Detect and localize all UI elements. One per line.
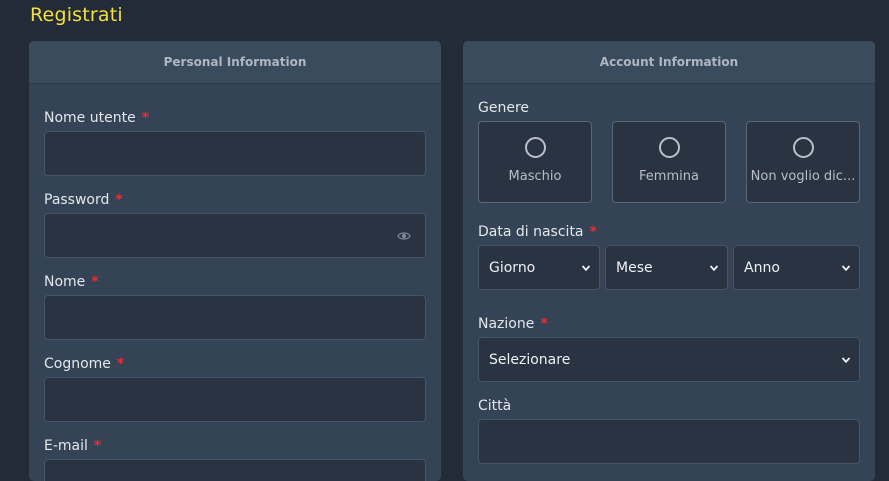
birth-year-value: Anno: [744, 259, 780, 276]
country-label-text: Nazione: [478, 316, 535, 332]
chevron-down-icon: [841, 356, 851, 363]
email-input[interactable]: [44, 459, 426, 481]
country-select[interactable]: Selezionare: [478, 337, 860, 382]
required-marker: *: [540, 316, 548, 332]
first-name-label: Nome *: [44, 274, 99, 290]
gender-option-undisclosed[interactable]: Non voglio dic...: [746, 121, 860, 203]
birthdate-label-text: Data di nascita: [478, 224, 584, 240]
personal-information-panel: Personal Information Nome utente * Passwo…: [29, 41, 441, 481]
required-marker: *: [589, 224, 597, 240]
personal-information-header: Personal Information: [29, 41, 441, 84]
account-information-panel: Account Information Genere Maschio Femmi…: [463, 41, 875, 481]
gender-label: Genere: [478, 100, 530, 116]
gender-option-female[interactable]: Femmina: [612, 121, 726, 203]
birth-year-select[interactable]: Anno: [733, 245, 860, 290]
password-label-text: Password: [44, 192, 110, 208]
birth-month-value: Mese: [616, 259, 653, 276]
gender-option-undisclosed-label: Non voglio dic...: [750, 169, 856, 184]
last-name-input[interactable]: [44, 377, 426, 422]
birth-month-select[interactable]: Mese: [605, 245, 728, 290]
radio-icon[interactable]: [792, 137, 814, 158]
chevron-down-icon: [841, 264, 851, 271]
country-value: Selezionare: [489, 351, 571, 368]
required-marker: *: [141, 110, 150, 126]
last-name-label-text: Cognome: [44, 356, 111, 372]
first-name-label-text: Nome: [44, 274, 86, 290]
page-title: Registrati: [30, 4, 123, 26]
last-name-label: Cognome *: [44, 356, 124, 372]
gender-option-female-label: Femmina: [639, 169, 699, 184]
email-label-text: E-mail: [44, 438, 88, 454]
birth-day-value: Giorno: [489, 259, 536, 276]
radio-icon[interactable]: [658, 137, 680, 158]
username-input[interactable]: [44, 131, 426, 176]
email-label: E-mail *: [44, 438, 101, 454]
gender-option-male-label: Maschio: [508, 169, 562, 184]
required-marker: *: [91, 274, 99, 290]
password-label: Password *: [44, 192, 123, 208]
username-label: Nome utente *: [44, 110, 149, 126]
password-input[interactable]: [44, 213, 426, 258]
account-information-header: Account Information: [463, 41, 875, 84]
city-label: Città: [478, 398, 512, 414]
city-input[interactable]: [478, 419, 860, 464]
birth-day-select[interactable]: Giorno: [478, 245, 600, 290]
required-marker: *: [116, 356, 125, 372]
birthdate-label: Data di nascita *: [478, 224, 597, 240]
radio-icon[interactable]: [524, 137, 546, 158]
required-marker: *: [115, 192, 123, 208]
required-marker: *: [93, 438, 102, 454]
country-label: Nazione *: [478, 316, 548, 332]
gender-option-male[interactable]: Maschio: [478, 121, 592, 203]
first-name-input[interactable]: [44, 295, 426, 340]
chevron-down-icon: [709, 264, 719, 271]
username-label-text: Nome utente: [44, 110, 136, 126]
chevron-down-icon: [581, 264, 591, 271]
eye-icon[interactable]: [397, 229, 411, 243]
